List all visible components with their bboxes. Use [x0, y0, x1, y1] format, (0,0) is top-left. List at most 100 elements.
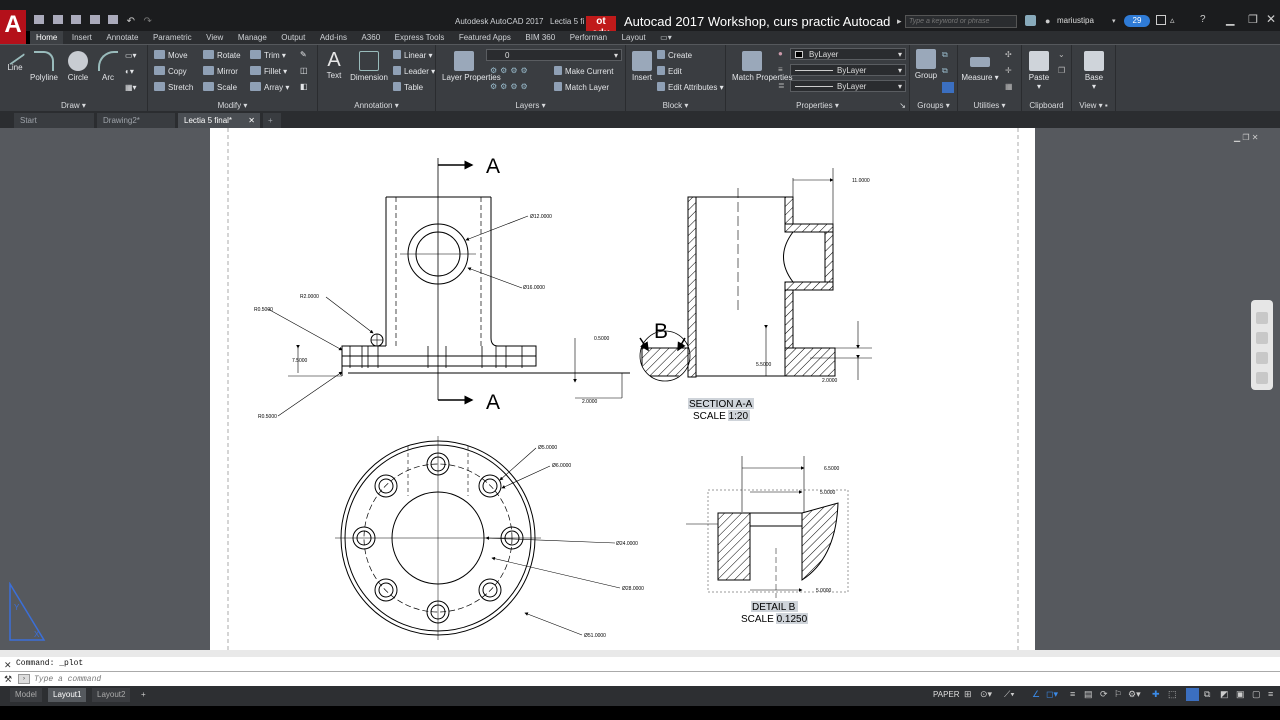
copy-clip-icon[interactable]: ❐: [1058, 66, 1065, 75]
polyline-button[interactable]: Polyline: [28, 51, 60, 82]
user-dropdown-icon[interactable]: ▾: [1112, 17, 1116, 25]
workspace-icon[interactable]: ⚙▾: [1128, 689, 1141, 700]
save-icon[interactable]: [71, 15, 82, 24]
layout-tab-layout2[interactable]: Layout2: [92, 688, 131, 702]
redo-icon[interactable]: ↷: [143, 16, 151, 27]
copy-button[interactable]: Copy: [154, 66, 187, 76]
undo-icon[interactable]: ↶: [127, 16, 135, 27]
doc-tab-start[interactable]: Start: [14, 113, 94, 128]
layer-dropdown[interactable]: 0 ▾: [486, 49, 622, 61]
customize-icon[interactable]: ≡: [1268, 689, 1273, 699]
layer-properties-button[interactable]: Layer Properties: [442, 51, 501, 83]
arc-button[interactable]: Arc: [96, 51, 120, 82]
tab-performance[interactable]: Performan: [564, 31, 613, 44]
triangle-icon[interactable]: ▵: [1170, 15, 1175, 26]
new-file-icon[interactable]: [34, 15, 44, 24]
modify-panel-title[interactable]: Modify ▾: [148, 101, 317, 110]
properties-launcher-icon[interactable]: ↘: [899, 101, 906, 110]
cut-icon[interactable]: ⌄: [1058, 50, 1065, 59]
groups-panel-title[interactable]: Groups ▾: [910, 101, 957, 110]
tab-manage[interactable]: Manage: [232, 31, 273, 44]
circle-button[interactable]: Circle: [64, 51, 92, 82]
tab-a360[interactable]: A360: [355, 31, 386, 44]
group-button[interactable]: Group: [912, 49, 940, 80]
calculator-icon[interactable]: ▦: [1005, 82, 1013, 91]
restore-icon[interactable]: ❐: [1248, 13, 1258, 26]
make-current-button[interactable]: Make Current: [554, 66, 613, 76]
hardware-acceleration-icon[interactable]: ▣: [1236, 689, 1245, 700]
offset-icon[interactable]: ◧: [300, 82, 308, 91]
base-button[interactable]: Base ▾: [1080, 51, 1108, 91]
minimize-icon[interactable]: ▁: [1226, 13, 1234, 26]
polar-icon[interactable]: ∠: [1032, 689, 1040, 700]
zoom-icon[interactable]: [1256, 352, 1268, 364]
lock-ui-icon[interactable]: ⧉: [1204, 689, 1210, 700]
match-properties-button[interactable]: Match Properties: [732, 51, 792, 83]
quick-properties-icon[interactable]: [1186, 688, 1199, 701]
ortho-icon[interactable]: ⟋▾: [1004, 689, 1015, 700]
tab-home[interactable]: Home: [30, 31, 64, 44]
clean-screen-icon[interactable]: ▢: [1252, 689, 1261, 700]
add-layout-button[interactable]: +: [136, 688, 151, 702]
rectangle-icon[interactable]: ▭▾: [125, 51, 137, 60]
linetype-dropdown[interactable]: ByLayer ▾: [790, 64, 906, 76]
tab-annotate[interactable]: Annotate: [100, 31, 144, 44]
viewport-window-controls[interactable]: ▁ ❐ ✕: [1234, 133, 1258, 142]
id-point-icon[interactable]: ✛: [1005, 66, 1012, 75]
layer-tools-2-icon[interactable]: ⚙⚙⚙⚙: [490, 82, 531, 91]
annotation-panel-title[interactable]: Annotation ▾: [318, 101, 435, 110]
transparency-icon[interactable]: ▤: [1084, 689, 1093, 700]
annotation-monitor-icon[interactable]: ✚: [1152, 689, 1160, 700]
hatch-icon[interactable]: ◐▾: [125, 67, 134, 76]
region-icon[interactable]: ▦▾: [125, 83, 137, 92]
ungroup-icon[interactable]: ⧉: [942, 50, 948, 60]
layout-tab-model[interactable]: Model: [10, 688, 42, 702]
group-select-icon[interactable]: [942, 82, 954, 93]
quick-access-toolbar[interactable]: ↶ ↷: [34, 15, 174, 27]
dimension-button[interactable]: Dimension: [349, 51, 389, 82]
layers-panel-title[interactable]: Layers ▾: [436, 101, 625, 110]
search-input[interactable]: [905, 15, 1017, 28]
plot-icon[interactable]: [108, 15, 119, 24]
command-input[interactable]: [34, 673, 634, 685]
technical-drawing[interactable]: A A Ø12.0000 Ø16.0000 R2.0000 R0.5000 7.…: [210, 128, 1035, 650]
paste-button[interactable]: Paste ▾: [1025, 51, 1053, 91]
array-button[interactable]: Array ▾: [250, 82, 289, 92]
explode-icon[interactable]: ◫: [300, 66, 308, 75]
match-layer-button[interactable]: Match Layer: [554, 82, 609, 92]
snap-icon[interactable]: ⊙▾: [980, 689, 992, 700]
tab-view[interactable]: View: [200, 31, 229, 44]
line-button[interactable]: Line: [4, 46, 26, 72]
tab-featured-apps[interactable]: Featured Apps: [453, 31, 517, 44]
steering-wheel-icon[interactable]: [1256, 312, 1268, 324]
pan-icon[interactable]: [1256, 332, 1268, 344]
tab-output[interactable]: Output: [275, 31, 311, 44]
selection-cycling-icon[interactable]: ⟳: [1100, 689, 1108, 700]
view-more-icon[interactable]: ▪: [1105, 101, 1108, 110]
isolate-objects-icon[interactable]: ◩: [1220, 689, 1229, 700]
annotation-scale-icon[interactable]: ⚐: [1114, 689, 1122, 700]
tab-bim-360[interactable]: BIM 360: [519, 31, 561, 44]
lineweight-toggle-icon[interactable]: ≡: [1070, 689, 1075, 699]
draw-panel-title[interactable]: Draw ▾: [0, 101, 147, 110]
fillet-button[interactable]: Fillet ▾: [250, 66, 287, 76]
clipboard-panel-title[interactable]: Clipboard: [1022, 101, 1071, 110]
wrench-icon[interactable]: ⚒: [4, 674, 12, 685]
block-panel-title[interactable]: Block ▾: [626, 101, 725, 110]
view-panel-title[interactable]: View ▾ ▪: [1072, 101, 1115, 110]
tab-express-tools[interactable]: Express Tools: [389, 31, 451, 44]
tab-parametric[interactable]: Parametric: [147, 31, 198, 44]
measure-button[interactable]: Measure ▾: [961, 51, 999, 82]
units-icon[interactable]: ⬚: [1168, 689, 1177, 700]
osnap-icon[interactable]: ◻▾: [1046, 689, 1058, 700]
orbit-icon[interactable]: [1256, 372, 1268, 384]
tab-insert[interactable]: Insert: [66, 31, 98, 44]
exchange-icon[interactable]: [1156, 15, 1166, 25]
help-icon[interactable]: ?: [1200, 14, 1206, 25]
navigation-bar[interactable]: [1251, 300, 1273, 390]
doc-tab-close-icon[interactable]: ✕: [248, 113, 255, 128]
leader-button[interactable]: Leader ▾: [393, 66, 435, 76]
stretch-button[interactable]: Stretch: [154, 82, 193, 92]
insert-button[interactable]: Insert: [629, 51, 655, 82]
search-icon[interactable]: [1025, 15, 1036, 26]
